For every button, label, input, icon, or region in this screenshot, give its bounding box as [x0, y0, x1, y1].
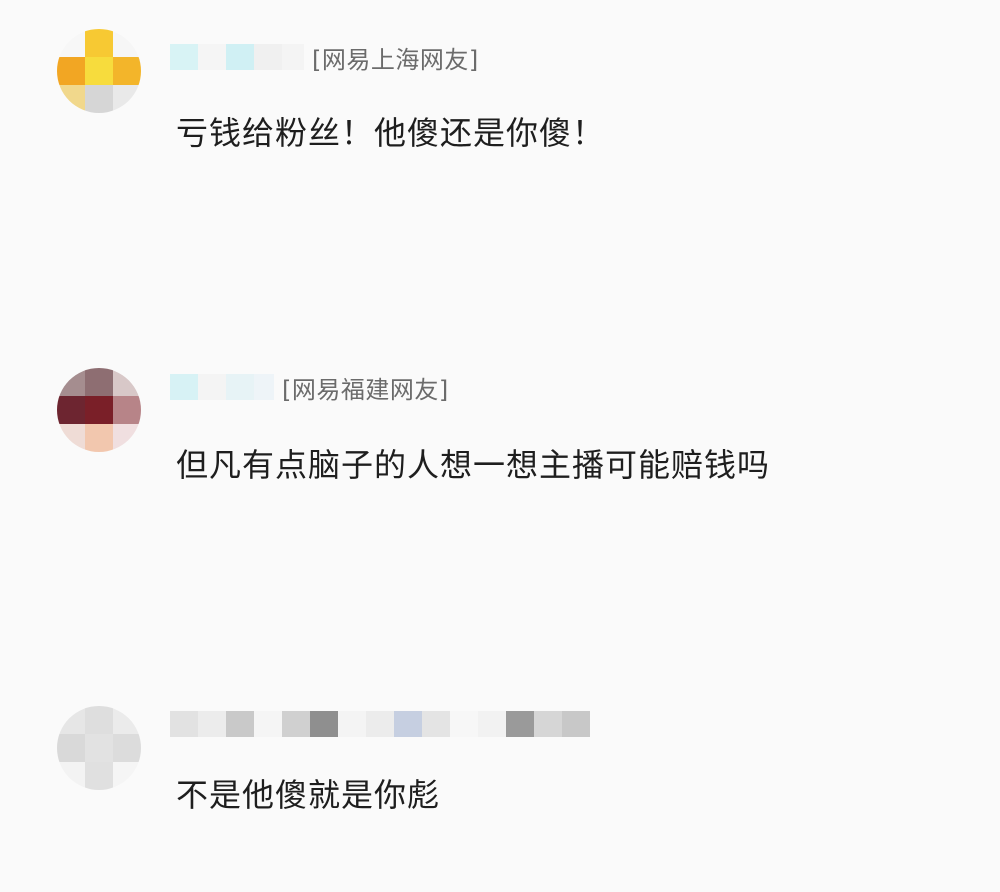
comment-text: 但凡有点脑子的人想一想主播可能赔钱吗 — [176, 446, 771, 484]
username-mosaic[interactable] — [170, 711, 590, 737]
username-row — [170, 709, 590, 739]
comment-text: 不是他傻就是你彪 — [176, 776, 441, 814]
source-label: [网易上海网友] — [312, 45, 479, 74]
username-row: [网易福建网友] — [170, 372, 449, 404]
avatar[interactable] — [57, 368, 141, 452]
avatar[interactable] — [57, 29, 141, 113]
username-mosaic[interactable] — [170, 374, 274, 400]
username-mosaic[interactable] — [170, 44, 304, 70]
avatar[interactable] — [57, 706, 141, 790]
comment-text: 亏钱给粉丝！他傻还是你傻！ — [176, 114, 606, 152]
username-row: [网易上海网友] — [170, 42, 479, 74]
source-label: [网易福建网友] — [282, 375, 449, 404]
